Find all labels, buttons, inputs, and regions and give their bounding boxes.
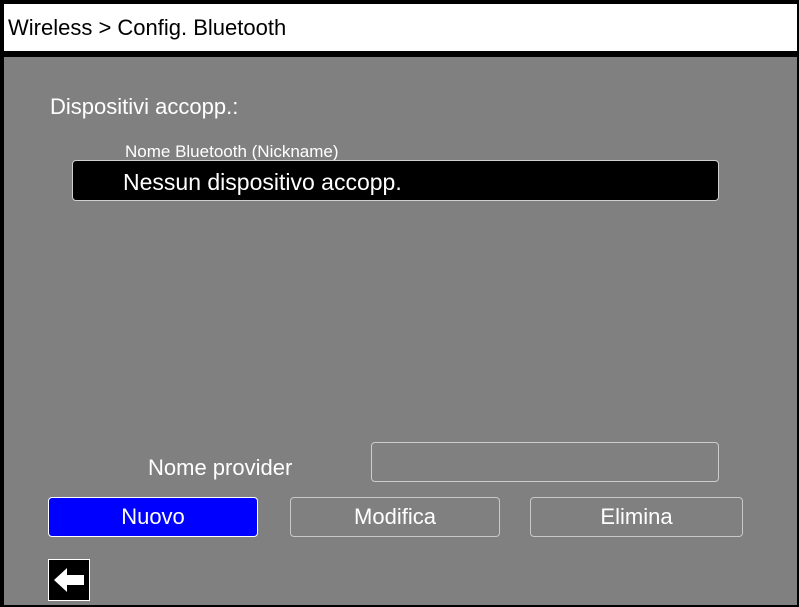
paired-devices-label: Dispositivi accopp.: bbox=[50, 94, 239, 119]
provider-name-field[interactable] bbox=[371, 442, 719, 482]
page-title: Wireless > Config. Bluetooth bbox=[8, 15, 287, 40]
back-arrow-icon bbox=[54, 568, 84, 592]
delete-button[interactable]: Elimina bbox=[530, 497, 743, 537]
bluetooth-config-screen: Wireless > Config. Bluetooth Dispositivi… bbox=[0, 0, 799, 607]
edit-button[interactable]: Modifica bbox=[290, 497, 500, 537]
back-button[interactable] bbox=[48, 559, 90, 601]
new-button[interactable]: Nuovo bbox=[48, 497, 258, 537]
title-bar: Wireless > Config. Bluetooth bbox=[4, 4, 797, 54]
paired-device-list[interactable]: Nessun dispositivo accopp. bbox=[72, 160, 719, 201]
provider-name-label: Nome provider bbox=[148, 455, 293, 480]
list-item[interactable]: Nessun dispositivo accopp. bbox=[123, 169, 402, 196]
content-panel: Dispositivi accopp.: Nome Bluetooth (Nic… bbox=[4, 57, 797, 605]
bluetooth-name-column-header: Nome Bluetooth (Nickname) bbox=[125, 142, 339, 161]
